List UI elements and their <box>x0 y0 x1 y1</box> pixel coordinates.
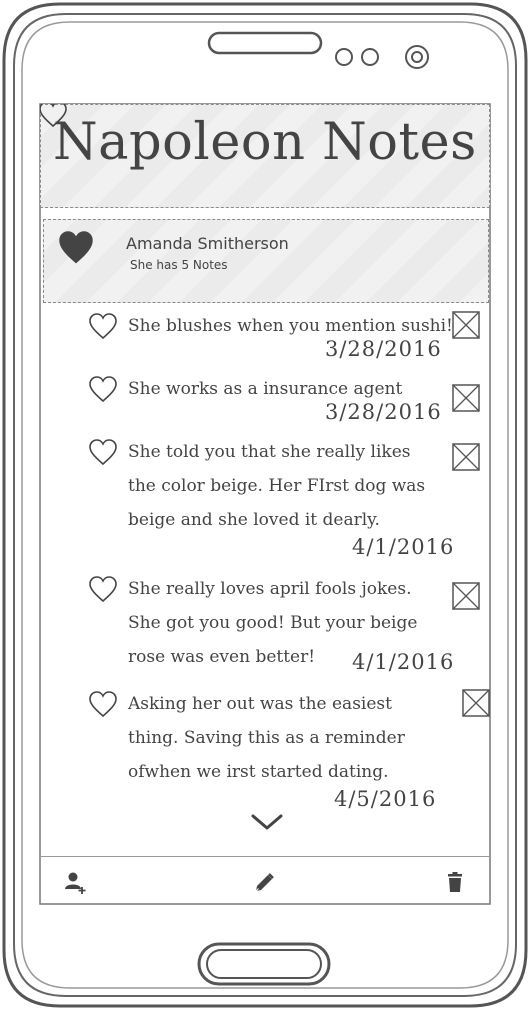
app-header: Napoleon Notes <box>40 104 490 208</box>
chevron-down-icon[interactable] <box>250 812 284 832</box>
checkbox-x-icon[interactable] <box>452 443 480 471</box>
pencil-icon[interactable] <box>252 871 276 895</box>
note-date: 3/28/2016 <box>325 400 442 424</box>
checkbox-x-icon[interactable] <box>452 582 480 610</box>
profile-note-count: She has 5 Notes <box>130 258 228 272</box>
heart-outline-icon[interactable] <box>89 313 117 341</box>
checkbox-x-icon[interactable] <box>462 689 490 717</box>
note-text: She told you that she really likes the c… <box>128 442 426 530</box>
heart-filled-icon[interactable] <box>58 230 94 266</box>
heart-outline-icon[interactable] <box>89 439 117 467</box>
note-date: 4/5/2016 <box>334 787 437 811</box>
app-screen: Napoleon Notes Amanda Smitherson She has… <box>40 104 490 904</box>
note-date: 3/28/2016 <box>325 337 442 361</box>
profile-card[interactable]: Amanda Smitherson She has 5 Notes <box>43 219 489 303</box>
profile-name: Amanda Smitherson <box>126 234 289 253</box>
note-date: 4/1/2016 <box>352 535 455 559</box>
bottom-toolbar <box>40 856 490 904</box>
checkbox-x-icon[interactable] <box>452 384 480 412</box>
heart-outline-icon[interactable] <box>89 576 117 604</box>
add-user-icon[interactable] <box>64 871 88 895</box>
heart-outline-icon[interactable] <box>89 691 117 719</box>
heart-outline-icon[interactable] <box>89 376 117 404</box>
note-text: Asking her out was the easiest thing. Sa… <box>128 694 405 782</box>
note-date: 4/1/2016 <box>352 650 455 674</box>
app-title: Napoleon Notes <box>53 113 477 172</box>
trash-icon[interactable] <box>443 871 467 895</box>
checkbox-x-icon[interactable] <box>452 311 480 339</box>
